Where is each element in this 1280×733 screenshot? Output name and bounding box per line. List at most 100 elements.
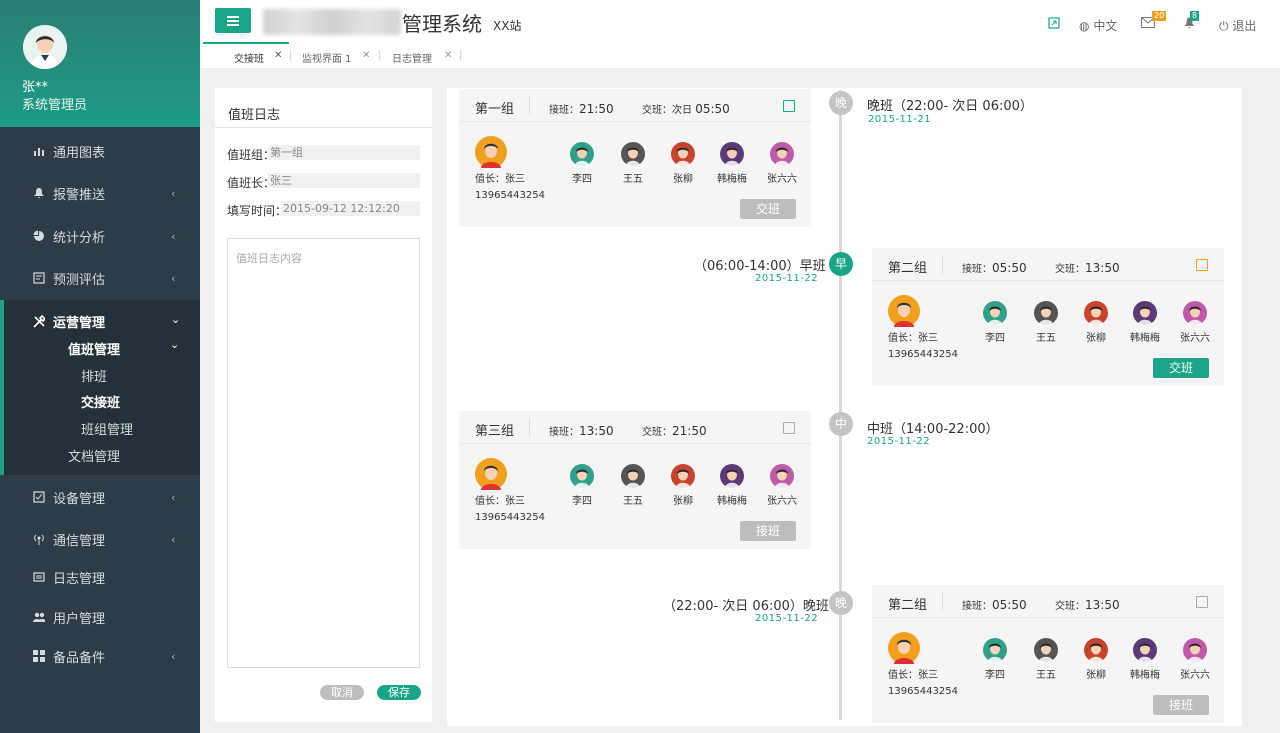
leader-name: 值长：张三 [888,670,938,681]
team-member[interactable]: 张柳 [663,142,703,185]
tab-monitor[interactable]: 监视界面 1 [302,50,352,65]
subnav-handover[interactable]: 交接班 [81,392,120,411]
team-member[interactable]: 李四 [562,142,602,185]
edit-icon[interactable] [1196,259,1208,271]
edit-icon[interactable] [783,100,795,112]
chevron-left-icon: ‹ [171,186,176,200]
member-name: 王五 [1036,333,1056,344]
off-duty-value: 21:50 [672,424,707,438]
subnav-docs[interactable]: 文档管理 [68,446,120,465]
member-avatar [570,464,594,488]
member-avatar [1133,638,1157,662]
cancel-button[interactable]: 取消 [320,685,364,700]
team-member[interactable]: 韩梅梅 [1125,638,1165,681]
team-member[interactable]: 韩梅梅 [1125,301,1165,344]
team-member[interactable]: 张六六 [1175,301,1215,344]
user-name: 张** [22,80,49,95]
member-avatar [770,464,794,488]
sidebar-item-spares[interactable]: 备品备件 ‹ [0,636,200,676]
team-member[interactable]: 韩梅梅 [712,464,752,507]
group-name: 第一组 [475,102,515,117]
off-duty-label: 交班：次日 [642,105,696,116]
language-switch[interactable]: ◍ 中文 [1079,17,1117,34]
subnav-schedule[interactable]: 排班 [81,366,107,385]
team-member[interactable]: 张柳 [1076,638,1116,681]
time-field[interactable]: 2015-09-12 12:12:20 [281,201,420,216]
user-avatar[interactable] [23,25,67,69]
log-content-placeholder: 值班日志内容 [236,252,302,265]
leader-avatar [888,632,920,664]
menu-toggle-button[interactable] [215,8,251,33]
off-duty-time: 交班：13:50 [1055,597,1120,612]
shift-card: 第三组 接班：13:50 交班：21:50 值长：张三 13965443254 李… [459,411,811,549]
team-member[interactable]: 韩梅梅 [712,142,752,185]
save-button[interactable]: 保存 [377,685,421,700]
team-member[interactable]: 王五 [1026,638,1066,681]
timeline-marker-morning: 早 [829,252,853,276]
on-duty-time: 接班：21:50 [549,101,614,116]
group-name: 第三组 [475,424,515,439]
handover-button[interactable]: 接班 [740,521,796,541]
on-duty-value: 05:50 [992,261,1027,275]
sidebar-item-stats[interactable]: 统计分析 ‹ [0,216,200,256]
team-member[interactable]: 李四 [562,464,602,507]
chevron-down-icon: ⌄ [170,338,180,351]
handover-button[interactable]: 交班 [740,199,796,219]
sidebar-item-label: 通信管理 [53,533,106,549]
team-member[interactable]: 王五 [613,142,653,185]
subnav-groups[interactable]: 班组管理 [81,419,133,438]
close-icon[interactable]: ✕ [274,50,282,61]
blurred-org-name [263,9,401,35]
power-icon: ⏻ [1219,19,1229,33]
member-avatar [720,142,744,166]
sidebar-item-comms[interactable]: 通信管理 ‹ [0,519,200,559]
tab-log[interactable]: 日志管理 [392,50,432,65]
team-member[interactable]: 李四 [975,301,1015,344]
team-member[interactable]: 张柳 [1076,301,1116,344]
member-name: 王五 [623,496,643,507]
member-name: 韩梅梅 [1130,333,1160,344]
on-duty-time: 接班：05:50 [962,260,1027,275]
team-member[interactable]: 张六六 [762,464,802,507]
group-name: 第二组 [888,598,928,613]
member-name: 张柳 [673,174,693,185]
member-name: 李四 [572,174,592,185]
logout-button[interactable]: ⏻ 退出 [1219,17,1256,34]
sidebar-item-label: 统计分析 [53,230,106,246]
sidebar-item-alarm[interactable]: 报警推送 ‹ [0,173,200,213]
edit-icon[interactable] [783,422,795,434]
team-member[interactable]: 李四 [975,638,1015,681]
close-icon[interactable]: ✕ [362,50,370,61]
handover-button[interactable]: 接班 [1153,695,1209,715]
on-duty-label: 接班： [549,105,579,116]
sidebar-item-devices[interactable]: 设备管理 ‹ [0,477,200,517]
edit-icon[interactable] [1196,596,1208,608]
sidebar-item-charts[interactable]: 通用图表 [0,131,200,171]
member-avatar [1034,301,1058,325]
timeline-heading: （22:00- 次日 06:00）晚班 [663,599,829,614]
time-label: 填写时间： [227,204,288,218]
team-member[interactable]: 张六六 [762,142,802,185]
member-name: 李四 [572,496,592,507]
team-member[interactable]: 张六六 [1175,638,1215,681]
subnav-duty[interactable]: 值班管理 [68,339,120,358]
sidebar-item-users[interactable]: 用户管理 [0,597,200,637]
close-icon[interactable]: ✕ [444,50,452,61]
team-member[interactable]: 张柳 [663,464,703,507]
external-link-icon[interactable] [1048,17,1060,32]
sidebar-item-logs[interactable]: 日志管理 [0,557,200,597]
tab-handover[interactable]: 交接班 [234,50,264,65]
log-content-textarea[interactable]: 值班日志内容 [227,238,420,668]
team-member[interactable]: 王五 [613,464,653,507]
timeline-date: 2015-11-22 [755,613,819,624]
leader-avatar [475,136,507,168]
team-member[interactable]: 王五 [1026,301,1066,344]
handover-button[interactable]: 交班 [1153,358,1209,378]
member-avatar [1084,301,1108,325]
member-avatar [1183,638,1207,662]
sidebar-item-forecast[interactable]: 预测评估 ‹ [0,258,200,298]
leader-field[interactable]: 张三 [268,173,420,188]
hamburger-icon [227,16,239,26]
grid-icon [33,650,45,662]
group-field[interactable]: 第一组 [268,145,420,160]
